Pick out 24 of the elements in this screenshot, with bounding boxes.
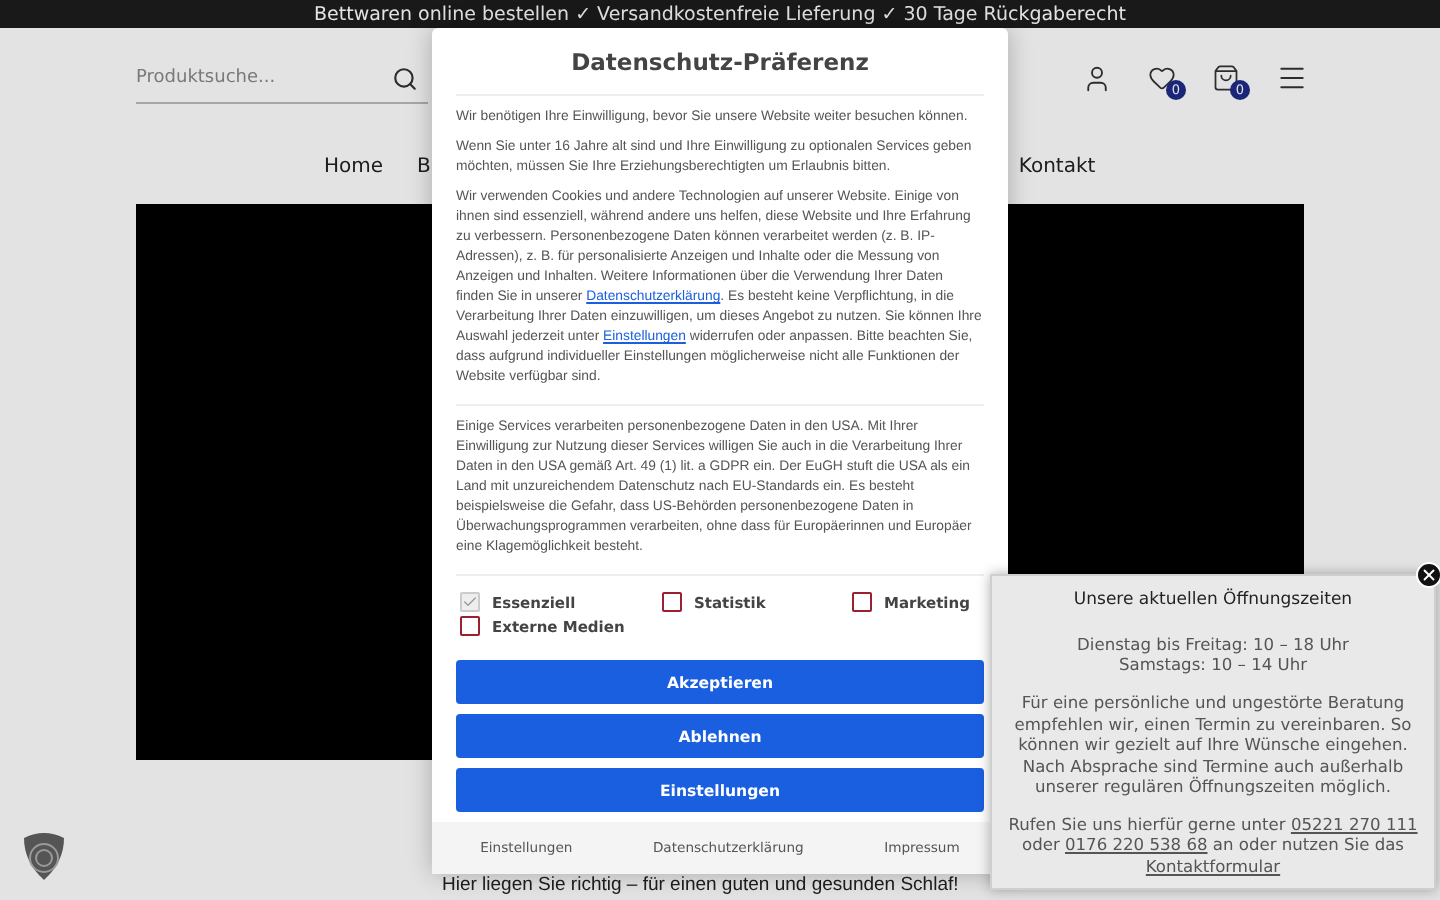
popup-title: Unsere aktuellen Öffnungszeiten (1073, 590, 1353, 610)
close-button[interactable] (1416, 562, 1440, 588)
menu-button[interactable] (1276, 62, 1308, 94)
opening-hours: Samstags: 10 – 14 Uhr (1118, 654, 1308, 674)
opening-hours: Dienstag bis Freitag: 10 – 18 Uhr (1077, 634, 1349, 654)
check-icon (462, 594, 478, 610)
dialog-title: Datenschutz-Präferenz (456, 28, 984, 96)
nav-link[interactable]: Kontakt (1018, 155, 1096, 177)
search-icon[interactable] (392, 65, 418, 91)
cart-button[interactable] (1212, 64, 1240, 92)
search-field[interactable]: Produktsuche... (136, 53, 428, 103)
contact-text: Rufen Sie uns hierfür gerne unter 05221 270 111 oder 0176 220 538 68 an oder nutzen Sie das Kontaktformular (1006, 813, 1420, 876)
text-link[interactable]: Kontaktformular (1145, 855, 1281, 875)
close-icon (1420, 566, 1438, 584)
wishlist-button[interactable] (1148, 64, 1176, 92)
tagline: Hier liegen Sie richtig – für einen guten und gesunden Schlaf! (442, 874, 959, 898)
nav-link[interactable]: B (417, 155, 431, 177)
text-link[interactable]: 0176 220 538 68 (1065, 834, 1208, 854)
shield-icon[interactable] (20, 830, 68, 882)
promo-banner: Bettwaren online bestellen ✓ Versandkostenfreie Lieferung ✓ 30 Tage Rückgaberecht (0, 0, 1440, 28)
account-button[interactable] (1082, 63, 1112, 93)
nav-link[interactable]: Home (324, 155, 384, 177)
text-link[interactable]: 05221 270 111 (1290, 813, 1418, 833)
popup-text: Für eine persönliche und ungestörte Beratung empfehlen wir, einen Termin zu vereinbaren. So können wir gezielt auf Ihre Wünsche eingehen. Nach Absprache sind Termine auch außerhalb unserer regulären Öffnungszeiten möglich. (1012, 692, 1414, 797)
